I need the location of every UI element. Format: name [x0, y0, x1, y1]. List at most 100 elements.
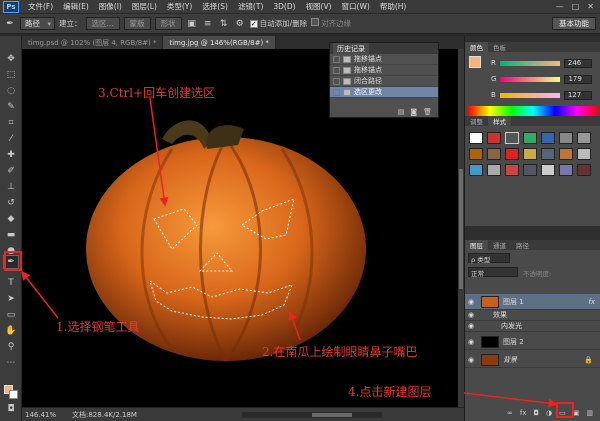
adjustment-layer-icon[interactable]: ◑ [546, 409, 552, 417]
style-swatch[interactable] [541, 132, 555, 144]
eye-icon[interactable]: ◉ [465, 298, 477, 306]
zoom-level[interactable]: 146.41% [22, 411, 62, 419]
clone-stamp-tool-icon[interactable]: ⊥ [3, 180, 19, 194]
history-brush-tool-icon[interactable]: ↺ [3, 196, 19, 210]
style-swatch[interactable] [469, 132, 483, 144]
fx-icon[interactable]: fx [588, 298, 600, 306]
history-item[interactable]: 拖移锚点 [330, 54, 438, 65]
tab-paths[interactable]: 路径 [511, 240, 534, 250]
style-swatch[interactable] [577, 148, 591, 160]
menu-select[interactable]: 选择(S) [197, 1, 233, 12]
gear-icon[interactable]: ⚙ [234, 18, 246, 30]
align-edges-checkbox[interactable]: 对齐边缘 [311, 18, 351, 29]
eye-icon[interactable]: ◉ [465, 356, 477, 364]
style-swatch[interactable] [505, 148, 519, 160]
eyedropper-tool-icon[interactable]: ⁄ [3, 132, 19, 146]
crop-tool-icon[interactable]: ⌗ [3, 116, 19, 130]
pen-mode-select[interactable]: 路径 [20, 17, 55, 30]
style-swatch[interactable] [487, 148, 501, 160]
blue-value-input[interactable]: 127 [563, 90, 592, 100]
tab-styles[interactable]: 样式 [488, 116, 511, 126]
style-swatch[interactable] [559, 164, 573, 176]
history-item[interactable]: 拖移锚点 [330, 65, 438, 76]
horizontal-scrollbar[interactable] [242, 411, 382, 418]
eye-icon[interactable]: ◉ [465, 322, 477, 330]
lasso-tool-icon[interactable]: ◌ [3, 84, 19, 98]
style-swatch[interactable] [487, 132, 501, 144]
menu-3d[interactable]: 3D(D) [268, 2, 300, 11]
scrollbar-thumb[interactable] [459, 169, 463, 289]
layer-inner-glow-row[interactable]: ◉ 内发光 [465, 321, 600, 332]
tab-timg-jpg[interactable]: timg.jpg @ 146%(RGB/8#) * [163, 36, 276, 49]
style-swatch[interactable] [523, 132, 537, 144]
minimize-button[interactable]: — [556, 2, 564, 11]
tab-color[interactable]: 颜色 [465, 42, 488, 52]
style-swatch[interactable] [541, 164, 555, 176]
menu-file[interactable]: 文件(F) [23, 1, 58, 12]
trash-icon[interactable]: 🗑 [423, 108, 432, 116]
layer-row-background[interactable]: ◉ 背景 🔒 [465, 352, 600, 368]
fx-icon[interactable]: fx [520, 409, 527, 417]
add-mask-icon[interactable]: ◘ [533, 409, 539, 417]
menu-window[interactable]: 窗口(W) [337, 1, 375, 12]
make-mask-button[interactable]: 蒙版 [123, 17, 151, 30]
background-color-swatch[interactable] [9, 390, 18, 399]
layer-effects-row[interactable]: ◉ 效果 [465, 310, 600, 321]
style-swatch[interactable] [577, 164, 591, 176]
maximize-button[interactable]: □ [572, 2, 580, 11]
menu-edit[interactable]: 编辑(E) [58, 1, 94, 12]
blend-mode-select[interactable]: 正常 [468, 267, 518, 278]
style-swatch[interactable] [469, 164, 483, 176]
link-layers-icon[interactable]: ∞ [507, 409, 513, 417]
style-swatch[interactable] [523, 164, 537, 176]
edit-toolbar-icon[interactable]: ⋯ [3, 356, 19, 370]
style-swatch[interactable] [505, 132, 519, 144]
red-slider[interactable] [499, 60, 560, 66]
history-item[interactable]: 闭合路径 [330, 76, 438, 87]
style-swatch[interactable] [559, 148, 573, 160]
menu-filter[interactable]: 滤镜(T) [233, 1, 268, 12]
layer-row-1[interactable]: ◉ 图层 1 fx [465, 294, 600, 310]
green-value-input[interactable]: 179 [564, 74, 593, 84]
style-swatch[interactable] [559, 132, 573, 144]
blue-slider[interactable] [499, 92, 560, 98]
eye-icon[interactable]: ◉ [465, 338, 477, 346]
green-slider[interactable] [500, 76, 561, 82]
scrollbar-thumb[interactable] [312, 412, 352, 417]
new-document-from-state-icon[interactable]: ▤ [398, 108, 405, 116]
make-selection-button[interactable]: 选区... [85, 17, 120, 30]
eye-icon[interactable]: ◉ [465, 311, 477, 319]
menu-type[interactable]: 类型(Y) [162, 1, 197, 12]
tab-swatches[interactable]: 色板 [488, 42, 511, 52]
tab-history[interactable]: 历史记录 [333, 43, 369, 54]
zoom-tool-icon[interactable]: ⚲ [3, 340, 19, 354]
path-alignment-icon[interactable]: ≡ [202, 18, 214, 30]
style-swatch[interactable] [523, 148, 537, 160]
tab-timg-psd[interactable]: timg.psd @ 102% (图层 4, RGB/8#) * [22, 36, 164, 49]
pen-tool-preset-icon[interactable]: ✒ [4, 18, 16, 30]
quick-mask-icon[interactable]: ◘ [3, 402, 19, 416]
gradient-tool-icon[interactable]: ▬ [3, 228, 19, 242]
menu-view[interactable]: 视图(V) [301, 1, 337, 12]
hand-tool-icon[interactable]: ✋ [3, 324, 19, 338]
layer-kind-filter[interactable]: ρ 类型 [468, 253, 510, 264]
path-operations-icon[interactable]: ▣ [186, 18, 198, 30]
type-tool-icon[interactable]: T [3, 276, 19, 290]
shape-tool-icon[interactable]: ▭ [3, 308, 19, 322]
menu-layer[interactable]: 图层(L) [127, 1, 162, 12]
eraser-tool-icon[interactable]: ◆ [3, 212, 19, 226]
tab-adjustments[interactable]: 调整 [465, 116, 488, 126]
red-value-input[interactable]: 246 [563, 58, 592, 68]
trash-icon[interactable]: ▥ [586, 409, 593, 417]
style-swatch[interactable] [469, 148, 483, 160]
history-item-selected[interactable]: 选区更改 [330, 87, 438, 98]
menu-image[interactable]: 图像(I) [94, 1, 127, 12]
workspace-select[interactable]: 基本功能 [552, 17, 596, 30]
close-button[interactable]: ✕ [587, 2, 594, 11]
path-arrangement-icon[interactable]: ⇅ [218, 18, 230, 30]
style-swatch[interactable] [505, 164, 519, 176]
path-select-tool-icon[interactable]: ➤ [3, 292, 19, 306]
brush-tool-icon[interactable]: ✐ [3, 164, 19, 178]
layer-row-2[interactable]: ◉ 图层 2 [465, 334, 600, 350]
marquee-tool-icon[interactable]: ⬚ [3, 68, 19, 82]
